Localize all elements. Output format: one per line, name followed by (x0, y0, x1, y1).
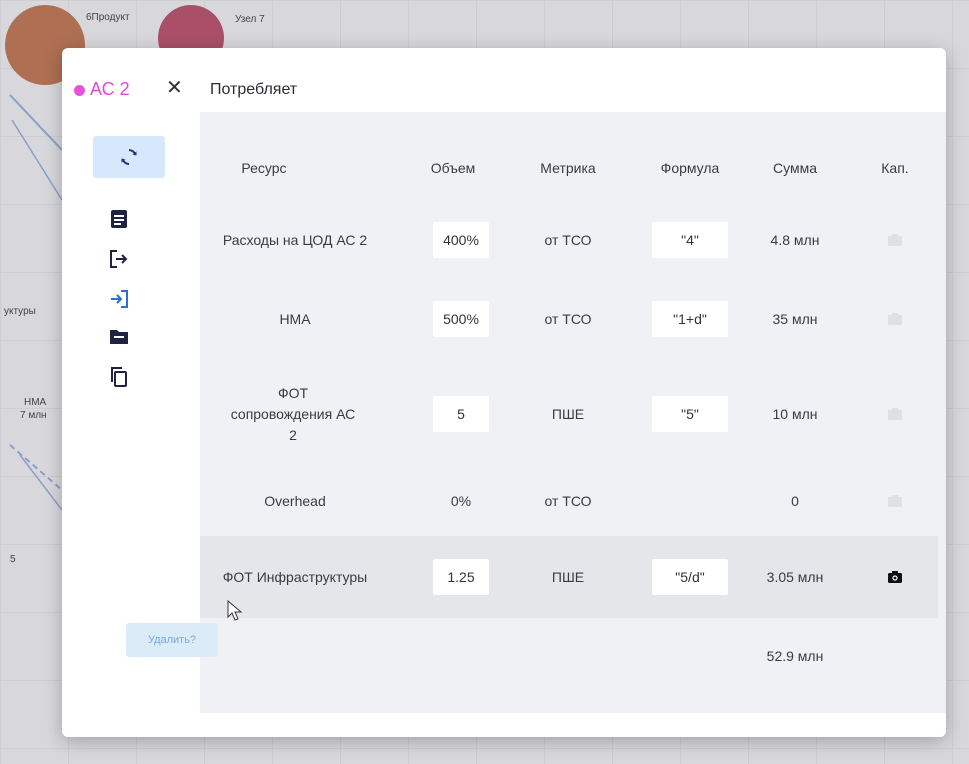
volume-input[interactable]: 5 (433, 396, 489, 432)
resource-name: Overhead (264, 492, 326, 509)
volume-input[interactable]: 400% (433, 222, 489, 258)
copy-icon (111, 367, 127, 387)
resources-table: Ресурс Объем Метрика Формула Сумма Кап. … (200, 112, 946, 713)
column-header-volume: Объем (430, 160, 476, 176)
export-button[interactable] (104, 244, 134, 274)
node-label: 7 млн (20, 410, 47, 421)
sum-value: 4.8 млн (770, 231, 820, 248)
delete-button[interactable]: Удалить? (126, 623, 218, 657)
folder-button[interactable] (104, 322, 134, 352)
document-icon (111, 210, 127, 228)
column-header-cap: Кап. (881, 160, 909, 176)
camera-icon[interactable] (888, 234, 902, 246)
resource-name: Расходы на ЦОД АС 2 (222, 231, 368, 248)
metric-value: от ТСО (544, 231, 592, 248)
sum-value: 3.05 млн (766, 568, 824, 585)
table-row[interactable]: НМА 500% от ТСО "1+d" 35 млн (200, 276, 938, 362)
resource-name: НМА (279, 310, 311, 327)
column-header-metric: Метрика (540, 160, 596, 176)
table-row[interactable]: ФОТ Инфраструктуры 1.25 ПШЕ "5/d" 3.05 м… (200, 536, 938, 618)
camera-icon[interactable] (888, 495, 902, 507)
sum-value: 35 млн (772, 310, 818, 327)
folder-icon (110, 330, 128, 344)
resource-name: ФОТ сопровождения АС 2 (230, 384, 356, 443)
tab-title[interactable]: АС 2 (90, 79, 130, 100)
sum-value: 10 млн (772, 405, 818, 422)
modal-header: АС 2 ✕ Потребляет (62, 48, 946, 110)
node-label: Узел 7 (235, 14, 265, 25)
node-label: уктуры (4, 306, 36, 317)
login-icon (111, 290, 128, 308)
volume-input[interactable]: 1.25 (433, 559, 489, 595)
metric-value: от ТСО (544, 310, 592, 327)
formula-input[interactable]: "5/d" (652, 559, 728, 595)
node-label: 5 (10, 554, 16, 565)
metric-value: ПШЕ (551, 405, 585, 422)
import-button[interactable] (104, 284, 134, 314)
volume-input[interactable]: 500% (433, 301, 489, 337)
table-row[interactable]: ФОТ сопровождения АС 2 5 ПШЕ "5" 10 млн (200, 362, 938, 466)
copy-button[interactable] (104, 362, 134, 392)
node-label: НМА (24, 397, 47, 408)
status-dot (74, 85, 85, 96)
volume-value: 0% (450, 492, 472, 509)
sum-value: 0 (791, 492, 799, 509)
formula-input[interactable]: "4" (652, 222, 728, 258)
mouse-cursor-icon (227, 600, 243, 621)
column-header-formula: Формула (660, 160, 720, 176)
camera-icon[interactable] (888, 313, 902, 325)
column-header-sum: Сумма (773, 160, 817, 176)
column-header-resource: Ресурс (241, 160, 287, 176)
sync-icon (121, 149, 137, 165)
camera-icon[interactable] (888, 408, 902, 420)
metric-value: ПШЕ (551, 568, 585, 585)
consumption-modal: АС 2 ✕ Потребляет Ресурс Объем Метрика Ф… (62, 48, 946, 737)
logout-icon (110, 250, 128, 268)
document-button[interactable] (104, 204, 134, 234)
sync-button[interactable] (93, 136, 165, 178)
section-title: Потребляет (210, 81, 298, 98)
close-icon[interactable]: ✕ (166, 78, 183, 98)
formula-input[interactable]: "5" (652, 396, 728, 432)
formula-input[interactable]: "1+d" (652, 301, 728, 337)
table-row[interactable]: Overhead 0% от ТСО 0 (200, 466, 938, 536)
metric-value: от ТСО (544, 492, 592, 509)
total-sum: 52.9 млн (766, 647, 824, 664)
table-row[interactable]: Расходы на ЦОД АС 2 400% от ТСО "4" 4.8 … (200, 204, 938, 276)
camera-icon[interactable] (888, 571, 902, 583)
node-label: 6Продукт (86, 12, 130, 23)
formula-value (652, 466, 728, 536)
